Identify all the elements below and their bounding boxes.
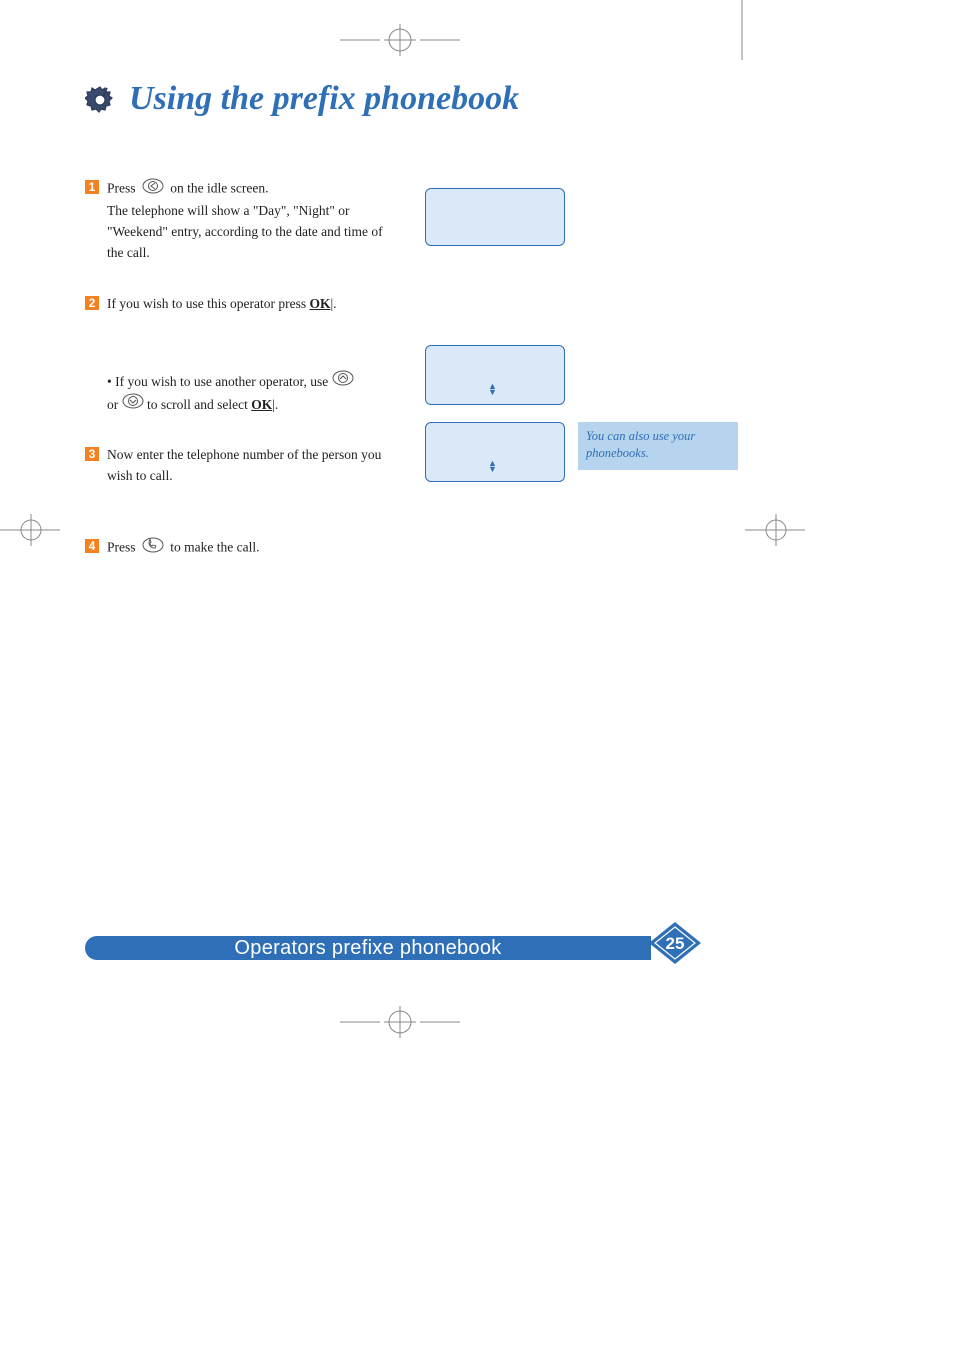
page-footer: Operators prefixe phonebook 25: [85, 930, 705, 966]
bullet-text: or: [107, 397, 118, 412]
scroll-arrows-icon: ▲▼: [488, 383, 497, 396]
left-arrow-button-icon: [142, 178, 164, 201]
step-number: 1: [85, 180, 99, 194]
page-title: Using the prefix phonebook: [129, 80, 519, 118]
step-text: to make the call.: [170, 540, 259, 555]
up-arrow-button-icon: [332, 374, 354, 389]
step-body: Now enter the telephone number of the pe…: [107, 445, 397, 487]
crop-mark-top-right: [717, 0, 767, 80]
down-arrow-button-icon: [122, 397, 147, 412]
step-bullet: • If you wish to use another operator, u…: [107, 370, 397, 416]
step-2: 2 If you wish to use this operator press…: [85, 294, 725, 315]
page-content: Using the prefix phonebook 1 Press on th…: [85, 80, 725, 590]
page-number: 25: [666, 934, 685, 953]
footer-bar: Operators prefixe phonebook: [85, 936, 651, 960]
step-text: Press: [107, 181, 136, 196]
footer-label: Operators prefixe phonebook: [234, 937, 501, 960]
gear-icon: [85, 84, 115, 114]
step-desc: The telephone will show a "Day", "Night"…: [107, 203, 383, 260]
step-number: 3: [85, 447, 99, 461]
crop-mark-bottom: [340, 1000, 460, 1050]
title-row: Using the prefix phonebook: [85, 80, 725, 118]
step-number: 2: [85, 296, 99, 310]
bullet-text: • If you wish to use another operator, u…: [107, 374, 328, 389]
ok-label: OK: [309, 296, 330, 311]
step-4: 4 Press to make the call.: [85, 537, 725, 560]
step-body: Press on the idle screen. The telephone …: [107, 178, 397, 264]
step-number: 4: [85, 539, 99, 553]
step-body: If you wish to use this operator press O…: [107, 294, 397, 315]
crop-mark-top: [340, 18, 460, 68]
ok-label: OK: [251, 397, 272, 412]
page-number-badge: 25: [645, 925, 705, 971]
call-button-icon: [142, 537, 164, 560]
step-text: |.: [330, 296, 336, 311]
step-text: If you wish to use this operator press: [107, 296, 306, 311]
step-text: Press: [107, 540, 136, 555]
step-1: 1 Press on the idle screen. The telephon…: [85, 178, 725, 264]
bullet-text: |.: [272, 397, 278, 412]
note-text: You can also use your phonebooks.: [586, 429, 695, 460]
crop-mark-left: [0, 500, 60, 560]
scroll-arrows-icon: ▲▼: [488, 460, 497, 473]
crop-mark-right: [745, 500, 805, 560]
bullet-text: to scroll and select: [147, 397, 248, 412]
step-body: Press to make the call.: [107, 537, 397, 560]
display-screen-1: [425, 188, 565, 246]
step-text: Now enter the telephone number of the pe…: [107, 447, 381, 483]
note-box: You can also use your phonebooks.: [578, 422, 738, 470]
step-text: on the idle screen.: [170, 181, 268, 196]
